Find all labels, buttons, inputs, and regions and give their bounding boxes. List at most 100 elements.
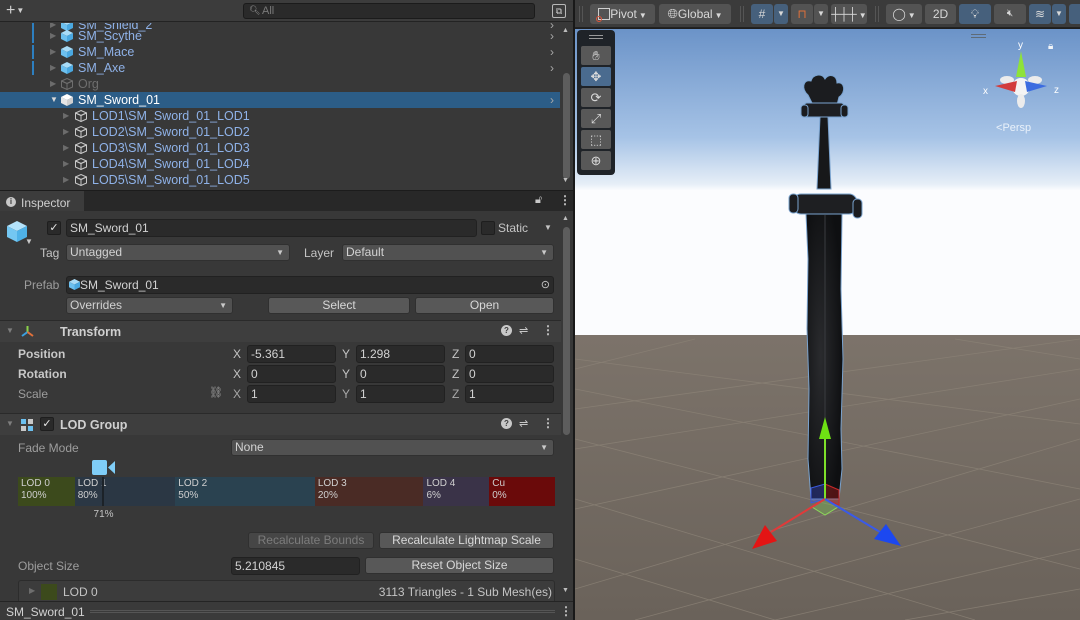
lock-icon[interactable]: 🔓︎: [535, 194, 542, 207]
transform-header[interactable]: ▼ Transform ? ⇌ ⋮: [0, 320, 561, 342]
scale-z-field[interactable]: 1: [465, 385, 554, 403]
hierarchy-item[interactable]: ▶ LOD4\SM_Sword_01_LOD4: [0, 156, 560, 172]
expand-arrow-icon[interactable]: ▶: [50, 76, 56, 92]
lod-segment-3[interactable]: LOD 3 20%: [314, 477, 424, 506]
recalculate-lightmap-scale-button[interactable]: Recalculate Lightmap Scale: [379, 532, 554, 549]
hierarchy-item[interactable]: ▶ SM_Mace ›: [0, 44, 560, 60]
reset-object-size-button[interactable]: Reset Object Size: [365, 557, 554, 574]
position-x-field[interactable]: -5.361: [247, 345, 336, 363]
open-prefab-button[interactable]: Open: [415, 297, 554, 314]
palette-grip[interactable]: [589, 35, 603, 39]
scroll-up-icon[interactable]: ▲: [562, 27, 569, 34]
hierarchy-item[interactable]: ▶ Org: [0, 76, 560, 92]
expand-arrow-icon[interactable]: ▶: [63, 172, 69, 188]
expand-arrow-icon[interactable]: ▶: [63, 140, 69, 156]
lod-segment-1[interactable]: LOD 1 80%: [74, 477, 176, 506]
tag-dropdown[interactable]: Untagged ▼: [66, 244, 290, 261]
tab-inspector[interactable]: i Inspector: [0, 191, 84, 212]
lod-segment-0[interactable]: LOD 0 100%: [18, 477, 75, 506]
overrides-dropdown[interactable]: Overrides ▼: [66, 297, 233, 314]
expand-arrow-icon[interactable]: ▶: [63, 108, 69, 124]
help-icon[interactable]: ?: [501, 325, 512, 336]
position-z-field[interactable]: 0: [465, 345, 554, 363]
rotation-x-field[interactable]: 0: [247, 365, 336, 383]
hierarchy-item[interactable]: ▶ LOD1\SM_Sword_01_LOD1: [0, 108, 560, 124]
scrollbar-thumb[interactable]: [563, 227, 570, 435]
fade-mode-dropdown[interactable]: None ▼: [231, 439, 554, 456]
chevron-right-icon[interactable]: ›: [550, 92, 554, 108]
transform-tool-button[interactable]: ⊕: [581, 151, 611, 170]
hierarchy-item[interactable]: ▶ LOD2\SM_Sword_01_LOD2: [0, 124, 560, 140]
more-menu-icon[interactable]: ⋮: [560, 604, 572, 618]
object-size-field[interactable]: 5.210845: [231, 557, 360, 575]
rotation-y-field[interactable]: 0: [356, 365, 445, 383]
grid-visibility-button[interactable]: #: [751, 4, 773, 24]
presets-icon[interactable]: ⇌: [519, 417, 528, 430]
lock-icon[interactable]: 🔒︎: [1048, 41, 1053, 52]
more-toolbar-button[interactable]: [1069, 4, 1080, 24]
hierarchy-search-input[interactable]: 🔍︎ All: [243, 3, 535, 19]
scrollbar-thumb[interactable]: [563, 73, 570, 179]
collapse-arrow-icon[interactable]: ▼: [6, 326, 14, 335]
expand-arrow-icon[interactable]: ▶: [29, 586, 35, 595]
hand-tool-button[interactable]: ✋︎: [581, 46, 611, 65]
audio-toggle-button[interactable]: 🔇︎: [994, 4, 1026, 24]
scroll-down-icon[interactable]: ▼: [562, 177, 569, 184]
projection-toggle[interactable]: <Persp: [996, 122, 1031, 134]
increment-snap-dropdown[interactable]: ┼┼┼ ▼: [831, 4, 867, 24]
effects-toggle-button[interactable]: ≋: [1029, 4, 1051, 24]
scale-x-field[interactable]: 1: [247, 385, 336, 403]
expand-arrow-icon[interactable]: ▶: [50, 28, 56, 44]
expand-arrow-icon[interactable]: ▶: [63, 124, 69, 140]
presets-icon[interactable]: ⇌: [519, 324, 528, 337]
add-object-button[interactable]: +▼: [6, 2, 32, 20]
object-name-field[interactable]: SM_Sword_01: [66, 219, 477, 237]
move-tool-button[interactable]: ✥: [581, 67, 611, 86]
lighting-toggle-button[interactable]: 💡︎: [959, 4, 991, 24]
scale-tool-button[interactable]: ⤢: [581, 109, 611, 128]
layer-dropdown[interactable]: Default ▼: [342, 244, 554, 261]
lod-segment-5[interactable]: Cu 0%: [489, 477, 555, 506]
object-picker-icon[interactable]: ⊙: [541, 277, 550, 293]
grid-dropdown[interactable]: ▼: [774, 4, 788, 24]
scroll-down-icon[interactable]: ▼: [562, 587, 569, 594]
active-checkbox[interactable]: ✓: [47, 221, 61, 235]
hierarchy-item[interactable]: ▶ SM_Axe ›: [0, 60, 560, 76]
snap-dropdown[interactable]: ▼: [814, 4, 828, 24]
rotation-z-field[interactable]: 0: [465, 365, 554, 383]
static-checkbox[interactable]: [481, 221, 495, 235]
component-menu-icon[interactable]: ⋮: [542, 323, 554, 337]
collapse-arrow-icon[interactable]: ▼: [50, 92, 58, 108]
help-icon[interactable]: ?: [501, 418, 512, 429]
select-prefab-button[interactable]: Select: [268, 297, 410, 314]
inspector-scrollbar[interactable]: ▲ ▼: [561, 211, 573, 601]
lod-group-enabled-checkbox[interactable]: ✓: [40, 417, 54, 431]
recalculate-bounds-button[interactable]: Recalculate Bounds: [248, 532, 374, 549]
constrain-proportions-icon[interactable]: ⛓︎: [209, 386, 223, 399]
rect-tool-button[interactable]: ⬚: [581, 130, 611, 149]
resize-grip[interactable]: [90, 610, 555, 613]
icon-dropdown-icon[interactable]: ▼: [25, 237, 33, 246]
lod-group-header[interactable]: ▼ ✓ LOD Group ? ⇌ ⋮: [0, 413, 561, 435]
more-menu-icon[interactable]: ⋮: [559, 193, 571, 207]
lod-camera-icon[interactable]: [91, 460, 116, 475]
lod-segment-4[interactable]: LOD 4 6%: [423, 477, 490, 506]
hierarchy-item[interactable]: ▶ LOD3\SM_Sword_01_LOD3: [0, 140, 560, 156]
static-dropdown-icon[interactable]: ▼: [544, 223, 552, 232]
search-popout-icon[interactable]: ⧉: [552, 4, 566, 18]
draw-mode-dropdown[interactable]: ◯ ▼: [886, 4, 922, 24]
hierarchy-item[interactable]: ▶ LOD5\SM_Sword_01_LOD5: [0, 172, 560, 188]
gizmo-grip[interactable]: [971, 34, 986, 38]
scene-viewport[interactable]: y x z: [575, 29, 1080, 620]
2d-mode-button[interactable]: 2D: [925, 4, 956, 24]
lod-segment-2[interactable]: LOD 2 50%: [175, 477, 315, 506]
rotate-tool-button[interactable]: ⟳: [581, 88, 611, 107]
expand-arrow-icon[interactable]: ▶: [63, 156, 69, 172]
hierarchy-item[interactable]: ▶ SM_Scythe ›: [0, 28, 560, 44]
position-y-field[interactable]: 1.298: [356, 345, 445, 363]
lod-0-row[interactable]: ▶ LOD 0 3113 Triangles - 1 Sub Mesh(es): [18, 580, 555, 601]
chevron-right-icon[interactable]: ›: [550, 28, 554, 44]
expand-arrow-icon[interactable]: ▶: [50, 44, 56, 60]
pivot-dropdown[interactable]: Pivot ▼: [590, 4, 655, 24]
scroll-up-icon[interactable]: ▲: [562, 215, 569, 222]
